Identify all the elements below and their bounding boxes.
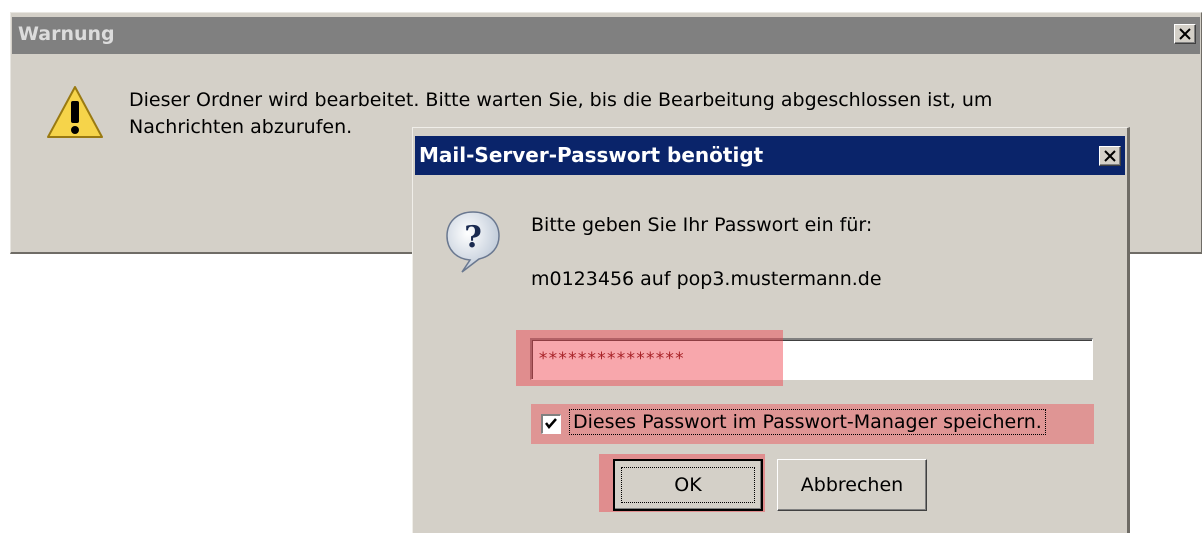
close-icon <box>1104 150 1116 162</box>
password-dialog-title: Mail-Server-Passwort benötigt <box>419 143 764 167</box>
checkmark-icon <box>545 418 557 429</box>
password-input[interactable]: *************** <box>530 338 1093 380</box>
cancel-button-label: Abbrechen <box>800 474 904 496</box>
remember-password-checkbox[interactable] <box>541 414 561 434</box>
warning-icon <box>47 86 103 138</box>
password-dialog: Mail-Server-Passwort benötigt ? Bitte ge… <box>412 127 1130 533</box>
remember-password-row: Dieses Passwort im Passwort-Manager spei… <box>531 404 1094 444</box>
password-close-button[interactable] <box>1099 146 1121 166</box>
screen: Warnung Dieser Ordner wird bearbeitet. B… <box>0 0 1204 533</box>
password-titlebar[interactable]: Mail-Server-Passwort benötigt <box>415 136 1125 175</box>
warning-titlebar[interactable]: Warnung <box>12 17 1200 54</box>
cancel-button[interactable]: Abbrechen <box>777 459 927 511</box>
close-icon <box>1179 28 1191 40</box>
password-prompt: Bitte geben Sie Ihr Passwort ein für: <box>531 214 873 236</box>
warning-title: Warnung <box>18 23 115 45</box>
remember-password-label[interactable]: Dieses Passwort im Passwort-Manager spei… <box>569 409 1046 435</box>
ok-button[interactable]: OK <box>613 459 763 511</box>
svg-text:?: ? <box>464 220 482 255</box>
account-label: m0123456 auf pop3.mustermann.de <box>531 268 882 290</box>
question-icon: ? <box>446 211 500 273</box>
password-value: *************** <box>538 349 685 369</box>
warning-close-button[interactable] <box>1174 24 1196 44</box>
focus-rect <box>621 467 755 503</box>
